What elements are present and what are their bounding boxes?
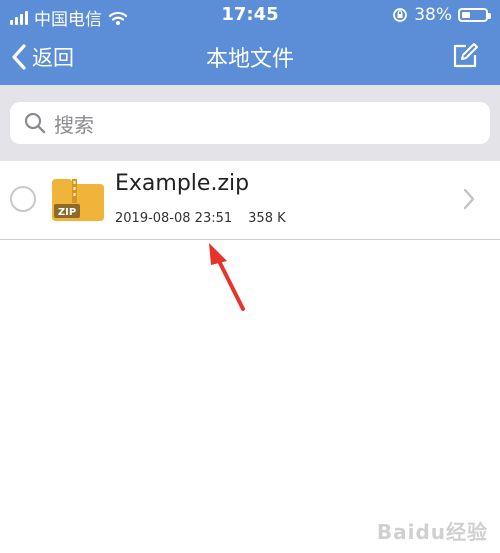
file-name: Example.zip [115,171,250,196]
search-input[interactable]: 搜索 [10,102,490,144]
battery-percent: 38% [414,5,452,25]
orientation-lock-icon [393,8,408,22]
search-icon [24,112,46,134]
zip-folder-icon: ZIP [52,179,104,221]
file-list-item[interactable]: ZIP Example.zip 2019-08-08 23:51 358 K [0,161,500,240]
search-section: 搜索 [0,85,500,161]
file-size: 358 K [248,211,286,226]
page-title: 本地文件 [205,47,294,72]
battery-icon [458,8,491,22]
watermark: Baidu经验 [376,520,488,544]
zip-badge-label: ZIP [58,207,76,218]
search-placeholder: 搜索 [54,112,94,137]
navigation-bar: 返回 本地文件 [0,32,500,82]
status-right: 38% [392,5,491,25]
status-bar: 中国电信 17:45 38% [0,0,500,30]
file-date: 2019-08-08 23:51 [115,211,233,226]
file-meta: 2019-08-08 23:51 358 K [115,211,286,226]
battery-level-fill [462,12,471,18]
chevron-right-icon [463,188,475,210]
edit-icon[interactable] [450,41,480,71]
select-radio[interactable] [10,186,36,212]
annotation-arrow-icon [209,243,245,311]
app-header: 中国电信 17:45 38% 返回 本地文件 [0,0,500,85]
